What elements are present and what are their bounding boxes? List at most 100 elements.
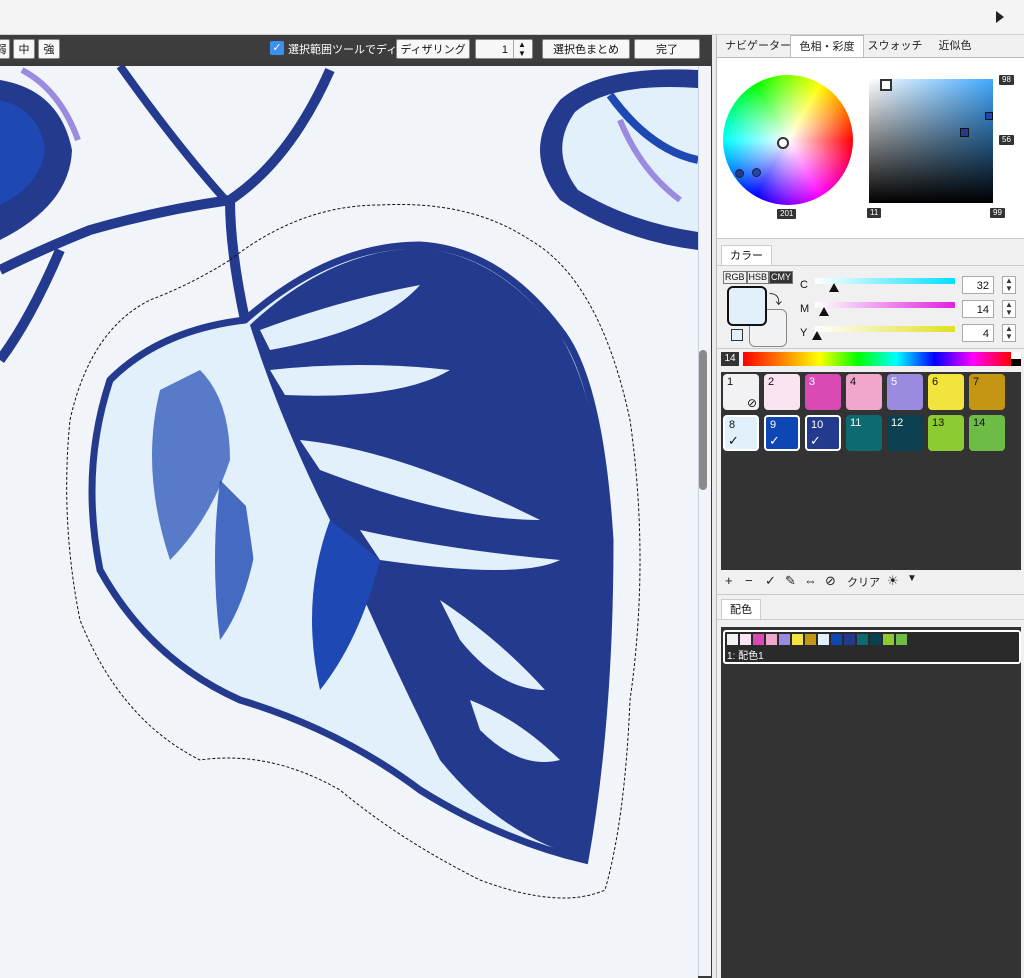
slider-m-thumb[interactable] <box>819 307 829 316</box>
swap-colors-icon[interactable]: ⤵ <box>769 289 782 308</box>
tab-hue-saturation[interactable]: 色相・彩度 <box>790 35 864 58</box>
slider-c-thumb[interactable] <box>829 283 839 292</box>
pencil-icon[interactable]: ✎ <box>785 573 796 589</box>
mode-cmy-button[interactable]: CMY <box>769 271 794 284</box>
swatch-number: 6 <box>932 376 939 388</box>
swatch-11[interactable]: 11 <box>846 415 882 451</box>
swatch-13[interactable]: 13 <box>928 415 964 451</box>
sq-bottom-left-marker: 11 <box>867 208 882 218</box>
swatch-number: 14 <box>973 417 986 429</box>
swatch-number: 1 <box>727 376 734 388</box>
canvas-vertical-scrollbar[interactable] <box>698 66 711 976</box>
scheme-mini-swatch <box>844 634 855 645</box>
top-menu-bar <box>0 0 1024 35</box>
done-button[interactable]: 完了 <box>634 39 700 59</box>
dither-toolbar: 弱 中 強 ✓ 選択範囲ツールでディザ ディザリング 1 ▲ ▼ 選択色まとめ 完… <box>0 35 712 63</box>
palette-count-badge: 14 <box>721 352 739 366</box>
swatch-4[interactable]: 4 <box>846 374 882 410</box>
swatch-9[interactable]: 9 ✓ <box>764 415 800 451</box>
swatch-number: 12 <box>891 417 904 429</box>
selection-dither-label: 選択範囲ツールでディザ <box>288 44 409 56</box>
slider-y-thumb[interactable] <box>812 331 822 340</box>
merge-colors-button[interactable]: 選択色まとめ <box>542 39 630 59</box>
check-icon: ✓ <box>728 433 739 448</box>
scheme-mini-swatch <box>740 634 751 645</box>
no-entry-icon[interactable]: ⊘ <box>825 573 836 589</box>
slider-y-track[interactable] <box>815 326 955 332</box>
spectrum-end-swatch[interactable] <box>1011 352 1021 366</box>
chevron-down-icon[interactable]: ▼ <box>907 573 917 584</box>
scheme-mini-swatch <box>779 634 790 645</box>
clear-button[interactable]: クリア <box>847 574 880 590</box>
wheel-bottom-marker: 201 <box>777 209 797 219</box>
add-swatch-icon[interactable]: + <box>725 573 733 588</box>
stepper-arrows-icon[interactable]: ▲ ▼ <box>513 40 530 58</box>
spectrum-bar[interactable] <box>743 352 1011 366</box>
dither-level-value: 1 <box>501 44 508 56</box>
medium-button[interactable]: 中 <box>13 39 35 59</box>
dither-level-stepper[interactable]: 1 ▲ ▼ <box>475 39 533 59</box>
scheme-name: 1: 配色1 <box>727 651 764 662</box>
slider-c-value[interactable]: 32 <box>962 276 994 294</box>
tab-approx-color[interactable]: 近似色 <box>927 35 983 57</box>
dithering-button[interactable]: ディザリング <box>396 39 470 59</box>
scheme-mini-swatch <box>766 634 777 645</box>
saturation-value-square[interactable] <box>869 79 993 203</box>
swatch-1[interactable]: 1 ⊘ <box>723 374 759 410</box>
canvas-artwork[interactable] <box>0 66 698 978</box>
swatch-number: 7 <box>973 376 980 388</box>
swatch-number: 13 <box>932 417 945 429</box>
scheme-mini-swatch <box>870 634 881 645</box>
swatch-container: 1 ⊘ 2 3 4 5 6 7 8 ✓ 9 ✓ 10 ✓ 11 12 13 14 <box>721 372 1021 570</box>
slider-m-track[interactable] <box>815 302 955 308</box>
weak-button[interactable]: 弱 <box>0 39 10 59</box>
swatch-3[interactable]: 3 <box>805 374 841 410</box>
transparent-color-icon[interactable] <box>731 329 743 341</box>
scrollbar-thumb[interactable] <box>699 350 707 490</box>
remove-swatch-icon[interactable]: − <box>745 573 753 588</box>
tab-navigator[interactable]: ナビゲーター <box>721 35 795 57</box>
mode-rgb-button[interactable]: RGB <box>723 271 747 284</box>
foreground-color-square[interactable] <box>727 286 767 326</box>
swap-icon[interactable]: ⇔ <box>804 573 817 588</box>
swatch-8[interactable]: 8 ✓ <box>723 415 759 451</box>
swatch-number: 4 <box>850 376 857 388</box>
tab-swatch[interactable]: スウォッチ <box>863 35 927 57</box>
right-panel: ナビゲーター 色相・彩度 スウォッチ 近似色 201 98 56 11 99 カ… <box>716 35 1024 978</box>
sv-corner-icon <box>880 79 892 91</box>
swatch-6[interactable]: 6 <box>928 374 964 410</box>
slider-y-value[interactable]: 4 <box>962 324 994 342</box>
swatch-12[interactable]: 12 <box>887 415 923 451</box>
brightness-icon[interactable]: ☀ <box>887 573 899 589</box>
wheel-dot-icon <box>735 169 744 178</box>
swatch-toolbar: + − ✓ ✎ ⇔ ⊘ クリア ☀ ▼ <box>721 573 1021 591</box>
expand-arrow-icon[interactable] <box>996 11 1004 23</box>
check-swatch-icon[interactable]: ✓ <box>765 573 776 589</box>
slider-y-stepper[interactable]: ▲ ▼ <box>1002 324 1016 342</box>
scheme-mini-swatches <box>727 632 927 646</box>
canvas-area[interactable] <box>0 63 712 978</box>
color-section-label[interactable]: カラー <box>721 245 772 266</box>
color-scheme-tab[interactable]: 配色 <box>721 599 761 620</box>
strong-button[interactable]: 強 <box>38 39 60 59</box>
color-scheme-panel <box>721 627 1021 978</box>
swatch-number: 9 <box>770 419 777 431</box>
color-scheme-item[interactable]: 1: 配色1 <box>723 630 1021 664</box>
slider-m-stepper[interactable]: ▲ ▼ <box>1002 300 1016 318</box>
slider-c-stepper[interactable]: ▲ ▼ <box>1002 276 1016 294</box>
selection-dither-checkbox[interactable]: ✓ <box>270 41 284 55</box>
swatch-7[interactable]: 7 <box>969 374 1005 410</box>
sv-cursor-icon[interactable] <box>960 128 969 137</box>
swatch-5[interactable]: 5 <box>887 374 923 410</box>
wheel-center-cursor-icon[interactable] <box>777 137 789 149</box>
wheel-dot-icon <box>752 168 761 177</box>
swatch-14[interactable]: 14 <box>969 415 1005 451</box>
slider-m-value[interactable]: 14 <box>962 300 994 318</box>
swatch-10[interactable]: 10 ✓ <box>805 415 841 451</box>
swatch-2[interactable]: 2 <box>764 374 800 410</box>
sv-side-cursor-icon <box>985 112 993 120</box>
mode-hsb-button[interactable]: HSB <box>746 271 770 284</box>
slider-y-label: Y <box>800 327 808 339</box>
sq-bottom-right-marker: 99 <box>990 208 1005 218</box>
swatch-number: 2 <box>768 376 775 388</box>
